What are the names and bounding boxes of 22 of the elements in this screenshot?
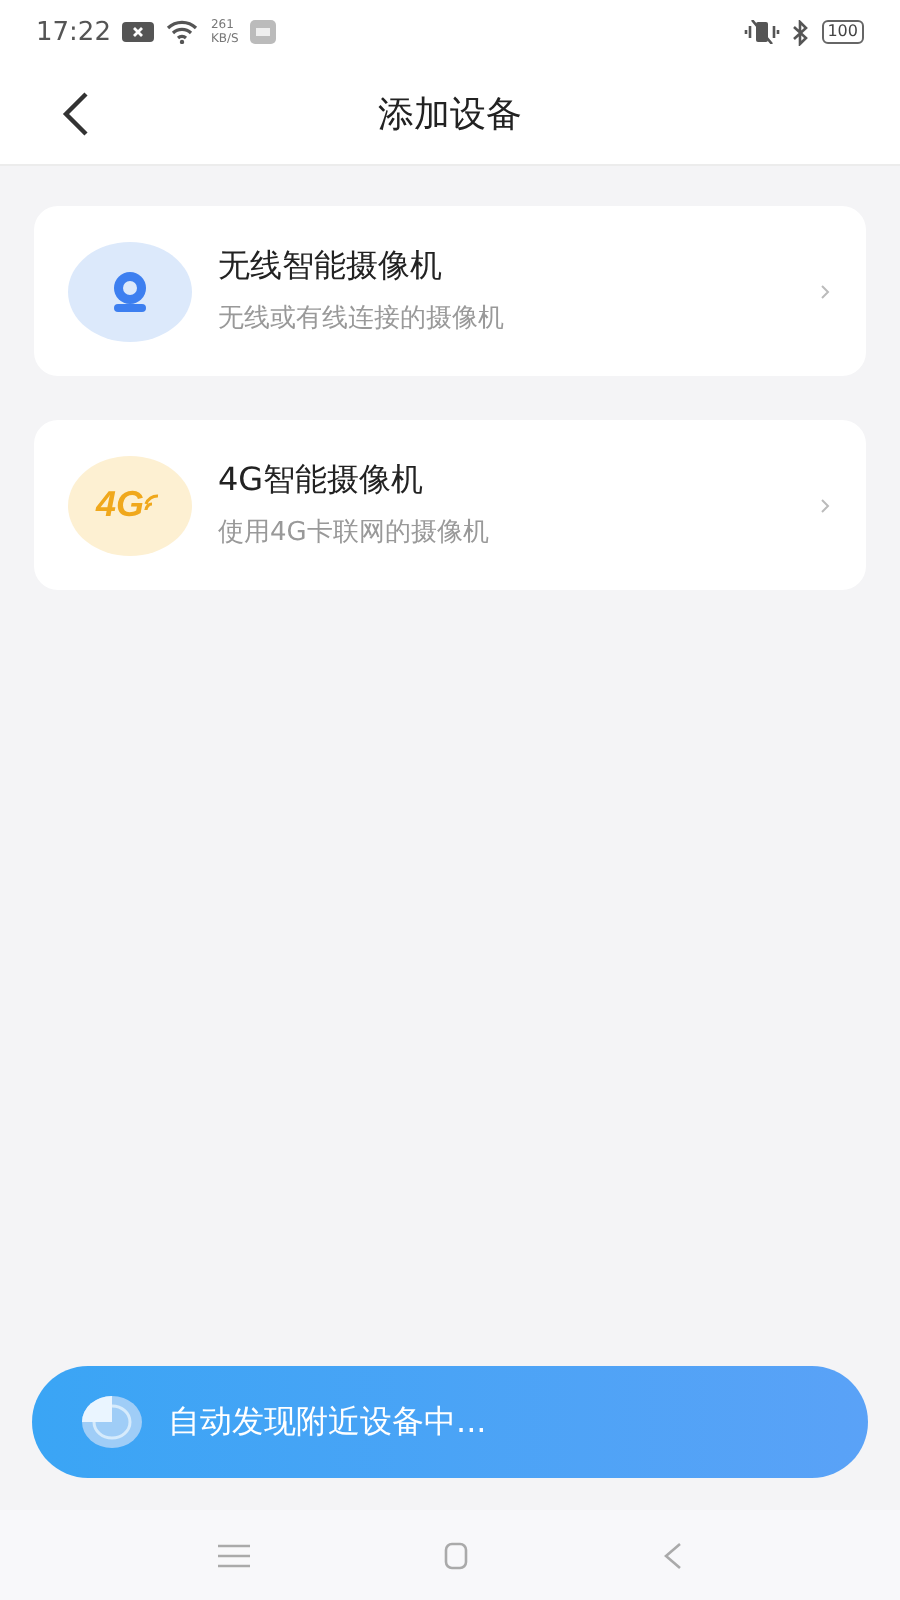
device-title: 4G智能摄像机 — [218, 460, 426, 502]
back-icon[interactable] — [662, 1541, 683, 1569]
device-card[interactable]: 无线智能摄像机 无线或有线连接的摄像机 — [34, 206, 866, 376]
device-description: 无线或有线连接的摄像机 — [218, 302, 506, 336]
device-description: 使用4G卡联网的摄像机 — [218, 516, 491, 550]
page-title: 添加设备 — [378, 92, 522, 138]
menu-icon[interactable] — [217, 1543, 250, 1567]
device-card[interactable]: 4G 4G智能摄像机 使用4G卡联网的摄像机 — [34, 420, 866, 590]
cellular-4g-icon: 4G — [68, 455, 192, 555]
wifi-icon — [166, 20, 199, 44]
home-icon[interactable] — [443, 1541, 468, 1569]
clock: 17:22 — [36, 17, 111, 47]
vibrate-icon — [743, 20, 780, 44]
device-title: 无线智能摄像机 — [218, 246, 444, 288]
notification-icon — [122, 22, 155, 42]
chevron-right-icon — [820, 283, 830, 299]
scan-status: 自动发现附近设备中... — [168, 1401, 487, 1443]
bluetooth-icon — [791, 19, 810, 45]
battery-icon: 100 — [821, 20, 864, 44]
radar-icon — [80, 1394, 144, 1450]
chevron-right-icon — [820, 497, 830, 513]
app-icon — [250, 20, 277, 44]
